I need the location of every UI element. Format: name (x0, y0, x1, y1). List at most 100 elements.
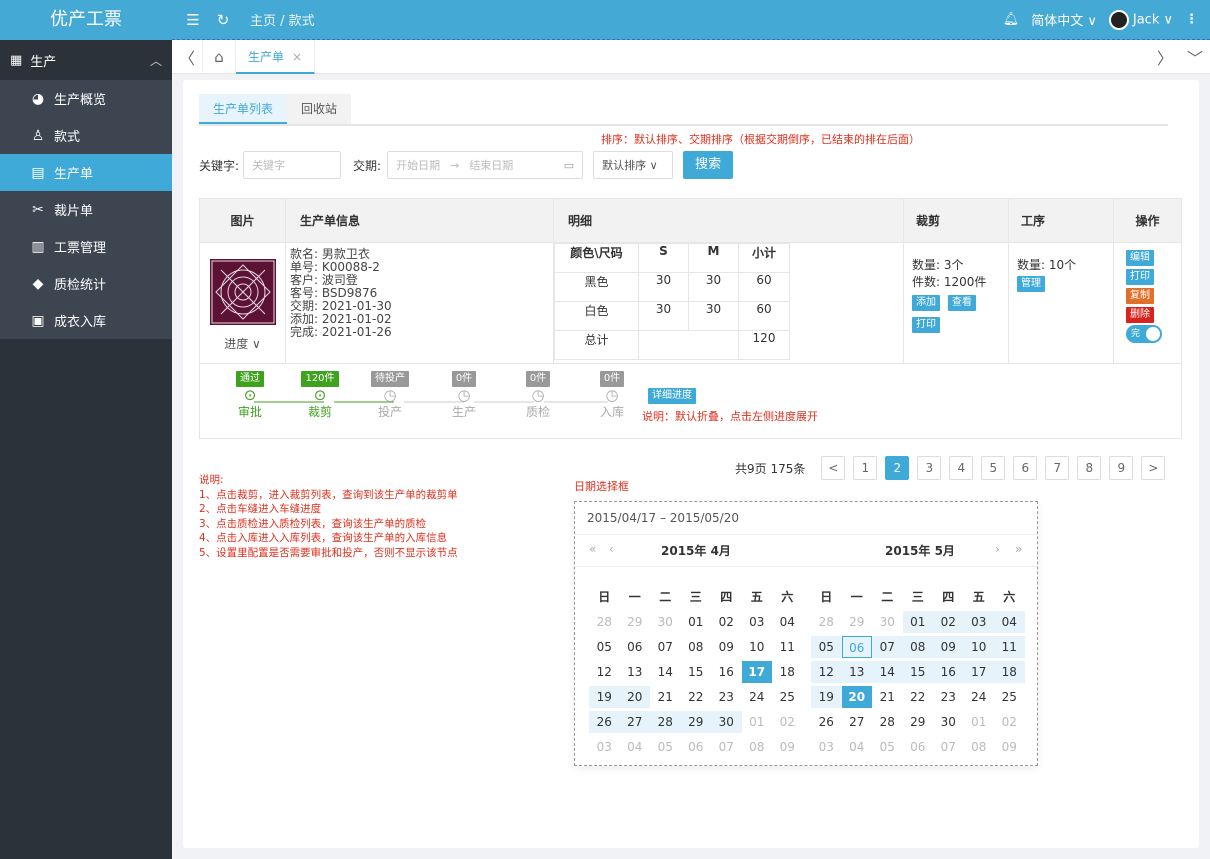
date-range-input[interactable]: 开始日期 → 结束日期 ▭ (387, 151, 584, 179)
sort-select[interactable]: 默认排序 ∨ (593, 151, 674, 179)
day-cell[interactable]: 09 (772, 736, 803, 758)
page-button[interactable]: 9 (1109, 456, 1134, 480)
next-month-icon[interactable]: › (995, 542, 1000, 556)
day-cell[interactable]: 04 (842, 736, 873, 758)
search-button[interactable]: 搜索 (683, 151, 734, 179)
language-select[interactable]: 简体中文 ∨ (1031, 10, 1097, 29)
user-menu[interactable]: Jack ∨ (1108, 9, 1173, 30)
day-cell[interactable]: 15 (681, 661, 712, 683)
day-cell[interactable]: 03 (589, 736, 620, 758)
sidebar-item-warehouse[interactable]: ▣ 成衣入库 (0, 302, 172, 339)
day-cell[interactable]: 21 (650, 686, 681, 708)
day-cell[interactable]: 05 (811, 635, 842, 658)
cut-add-button[interactable]: 添加 (912, 295, 940, 311)
day-cell[interactable]: 18 (994, 660, 1025, 683)
copy-button[interactable]: 复制 (1126, 288, 1154, 304)
step-approval[interactable]: 通过 ⊙ 审批 (230, 370, 270, 420)
day-cell[interactable]: 14 (872, 660, 903, 683)
day-cell[interactable]: 04 (620, 736, 651, 758)
keyword-input[interactable]: 关键字 (243, 151, 342, 179)
page-button[interactable]: 3 (917, 456, 942, 480)
cut-cell[interactable]: 数量: 3个 件数: 1200件 添加 查看 打印 (903, 242, 1009, 364)
step-production-start[interactable]: 待投产 ◷ 投产 (370, 370, 410, 420)
sidebar-item-orders[interactable]: ▤ 生产单 (0, 154, 172, 191)
tabs-next-icon[interactable]: 〉 (1150, 45, 1180, 69)
day-cell[interactable]: 01 (681, 611, 712, 633)
day-cell[interactable]: 30 (933, 711, 964, 733)
cut-view-button[interactable]: 查看 (947, 295, 976, 311)
day-cell[interactable]: 04 (994, 610, 1025, 633)
day-cell[interactable]: 02 (711, 611, 742, 633)
day-cell[interactable]: 05 (872, 736, 903, 758)
step-qc[interactable]: 0件 ◷ 质检 (518, 370, 558, 420)
day-cell[interactable]: 26 (589, 710, 620, 733)
day-cell[interactable]: 28 (872, 711, 903, 733)
page-button[interactable]: 8 (1077, 456, 1102, 480)
day-cell[interactable]: 04 (772, 611, 803, 633)
day-cell[interactable]: 29 (680, 710, 711, 733)
edit-button[interactable]: 编辑 (1126, 250, 1154, 266)
day-cell[interactable]: 30 (711, 710, 742, 733)
day-cell[interactable]: 11 (772, 636, 803, 658)
page-button[interactable]: 5 (981, 456, 1006, 480)
day-cell[interactable]: 01 (742, 711, 773, 733)
tab-recycle-bin[interactable]: 回收站 (287, 94, 352, 124)
day-cell[interactable]: 18 (772, 661, 803, 683)
day-cell[interactable]: 10 (742, 636, 773, 658)
tabs-prev-icon[interactable]: 〈 (172, 45, 202, 69)
sidebar-item-qc[interactable]: ◆ 质检统计 (0, 265, 172, 302)
day-cell[interactable]: 15 (902, 660, 933, 683)
progress-toggle[interactable]: 进度 ∨ (200, 335, 285, 352)
step-warehouse[interactable]: 0件 ◷ 入库 (592, 370, 632, 420)
day-cell[interactable]: 23 (933, 686, 964, 708)
step-sewing[interactable]: 0件 ◷ 生产 (444, 370, 484, 420)
day-cell[interactable]: 25 (994, 686, 1025, 708)
process-manage-button[interactable]: 管理 (1017, 276, 1045, 292)
day-cell[interactable]: 20 (619, 685, 650, 708)
page-button[interactable]: 4 (949, 456, 974, 480)
day-cell[interactable]: 01 (964, 711, 995, 733)
day-cell[interactable]: 08 (681, 636, 712, 658)
day-cell[interactable]: 06 (681, 736, 712, 758)
sidebar-item-overview[interactable]: ◕ 生产概览 (0, 80, 172, 117)
day-cell[interactable]: 07 (933, 736, 964, 758)
close-icon[interactable]: × (292, 50, 302, 64)
day-cell[interactable]: 10 (963, 635, 994, 658)
day-cell[interactable]: 12 (589, 661, 620, 683)
delete-button[interactable]: 删除 (1126, 307, 1154, 323)
tab-production-order[interactable]: 生产单 × (236, 39, 316, 74)
day-cell[interactable]: 09 (994, 736, 1025, 758)
day-cell[interactable]: 27 (842, 711, 873, 733)
day-cell[interactable]: 17 (741, 660, 772, 683)
page-prev-button[interactable]: < (821, 456, 846, 480)
menu-toggle-icon[interactable]: ☰ (184, 11, 202, 29)
day-cell[interactable]: 03 (742, 611, 773, 633)
day-cell[interactable]: 06 (903, 736, 934, 758)
day-cell[interactable]: 29 (620, 611, 651, 633)
sidebar-item-tickets[interactable]: ▥ 工票管理 (0, 228, 172, 265)
day-cell[interactable]: 17 (963, 660, 994, 683)
day-cell[interactable]: 09 (711, 636, 742, 658)
complete-toggle[interactable]: 完 (1126, 325, 1162, 343)
day-cell[interactable]: 27 (619, 710, 650, 733)
day-cell[interactable]: 29 (842, 611, 873, 633)
day-cell[interactable]: 29 (903, 711, 934, 733)
day-cell[interactable]: 21 (872, 686, 903, 708)
day-cell[interactable]: 05 (650, 736, 681, 758)
day-cell[interactable]: 23 (711, 686, 742, 708)
day-cell[interactable]: 24 (742, 686, 773, 708)
day-cell[interactable]: 12 (811, 660, 842, 683)
sidebar-item-styles[interactable]: ♙ 款式 (0, 117, 172, 154)
day-cell[interactable]: 25 (772, 686, 803, 708)
day-cell[interactable]: 28 (589, 611, 620, 633)
sidebar-group-production[interactable]: ▦ 生产 ︿ (0, 40, 172, 80)
page-button[interactable]: 6 (1013, 456, 1038, 480)
day-cell[interactable]: 20 (841, 685, 872, 708)
bell-icon[interactable]: 🔔︎ (1003, 12, 1020, 27)
page-button[interactable]: 7 (1045, 456, 1070, 480)
page-button[interactable]: 1 (853, 456, 878, 480)
page-button-current[interactable]: 2 (885, 456, 910, 480)
prev-month-icon[interactable]: ‹ (609, 542, 614, 556)
day-cell[interactable]: 26 (811, 711, 842, 733)
page-next-button[interactable]: > (1141, 456, 1166, 480)
